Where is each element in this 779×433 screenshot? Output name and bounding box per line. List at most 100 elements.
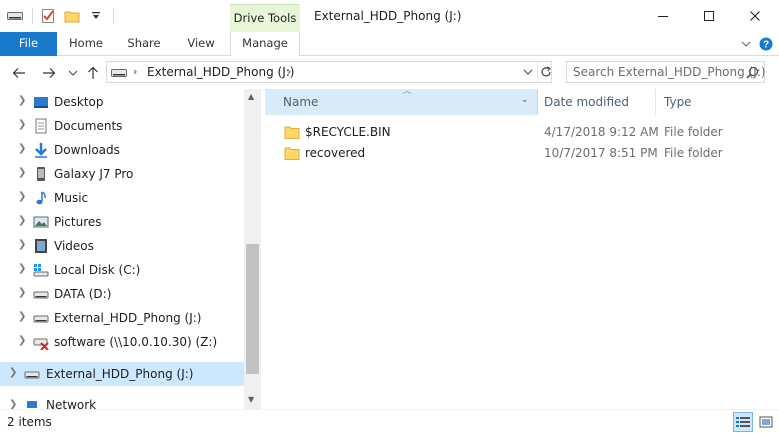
- tab-view[interactable]: View: [173, 32, 229, 56]
- recent-locations-button[interactable]: [64, 65, 82, 81]
- back-button[interactable]: [10, 65, 28, 81]
- navigation-pane-scrollbar[interactable]: ▲ ▼: [244, 89, 261, 409]
- nav-item-videos[interactable]: ❯ Videos: [0, 234, 244, 258]
- address-dropdown-button[interactable]: [519, 63, 537, 81]
- tab-home[interactable]: Home: [57, 32, 115, 56]
- expand-chevron-icon[interactable]: ❯: [18, 95, 26, 106]
- tab-file[interactable]: File: [0, 32, 57, 56]
- scroll-up-icon[interactable]: ▲: [248, 92, 254, 101]
- downloads-icon: [35, 143, 47, 158]
- network-icon: [27, 401, 37, 408]
- nav-item-music[interactable]: ❯ Music: [0, 186, 244, 210]
- expand-chevron-icon[interactable]: ❯: [18, 311, 26, 322]
- expand-chevron-icon[interactable]: ❯: [18, 215, 26, 226]
- up-arrow-icon: [88, 66, 98, 79]
- forward-button[interactable]: [40, 65, 58, 81]
- drive-tools-context-group: Drive Tools: [230, 4, 300, 32]
- folder-icon: [284, 147, 300, 160]
- address-bar[interactable]: › External_HDD_Phong (J:) ›: [106, 61, 552, 83]
- refresh-button[interactable]: [537, 62, 553, 82]
- chevron-down-icon: [523, 69, 533, 75]
- large-icons-view-icon: [759, 416, 773, 428]
- minimize-button[interactable]: [640, 0, 686, 32]
- drive-icon[interactable]: [6, 7, 24, 25]
- desktop-icon: [34, 97, 48, 108]
- nav-item-label: Local Disk (C:): [54, 263, 141, 277]
- svg-text:?: ?: [763, 40, 769, 51]
- maximize-button[interactable]: [686, 0, 732, 32]
- expand-chevron-icon[interactable]: ❯: [18, 191, 26, 202]
- table-row[interactable]: $RECYCLE.BIN 4/17/2018 9:12 AM File fold…: [265, 121, 779, 143]
- nav-item-label: External_HDD_Phong (J:): [54, 311, 202, 325]
- details-view-icon: [736, 417, 750, 427]
- column-filter-dropdown-icon[interactable]: ⌄: [521, 95, 529, 105]
- item-count: 2 items: [7, 415, 52, 429]
- nav-item-network[interactable]: ❯ Network: [0, 394, 244, 409]
- breadcrumb-chevron-icon[interactable]: ›: [287, 65, 291, 78]
- large-icons-view-button[interactable]: [756, 412, 776, 432]
- nav-item-label: DATA (D:): [54, 287, 112, 301]
- file-name: recovered: [305, 146, 366, 160]
- breadcrumb-item[interactable]: External_HDD_Phong (J:): [147, 65, 294, 79]
- folder-icon: [284, 126, 300, 139]
- expand-chevron-icon[interactable]: ❯: [18, 287, 26, 298]
- new-folder-icon[interactable]: [63, 7, 81, 25]
- properties-icon[interactable]: [39, 7, 57, 25]
- maximize-icon: [704, 11, 714, 21]
- nav-item-external-hdd-j-root[interactable]: ❯ External_HDD_Phong (J:): [0, 362, 244, 386]
- nav-item-label: software (\\10.0.10.30) (Z:): [54, 335, 218, 349]
- disconnected-network-drive-icon: [33, 338, 49, 350]
- nav-item-software-z[interactable]: ❯ software (\\10.0.10.30) (Z:): [0, 330, 244, 354]
- column-header-type[interactable]: Type: [656, 89, 779, 115]
- help-icon[interactable]: ?: [759, 37, 773, 51]
- nav-item-galaxy-j7-pro[interactable]: ❯ Galaxy J7 Pro: [0, 162, 244, 186]
- nav-item-pictures[interactable]: ❯ Pictures: [0, 210, 244, 234]
- file-date-modified: 10/7/2017 8:51 PM: [544, 146, 658, 160]
- search-icon[interactable]: [746, 66, 759, 79]
- search-placeholder: Search External_HDD_Phong (J:): [573, 65, 766, 79]
- expand-chevron-icon[interactable]: ❯: [18, 143, 26, 154]
- nav-item-local-disk-c[interactable]: ❯ Local Disk (C:): [0, 258, 244, 282]
- documents-icon: [35, 118, 47, 134]
- nav-item-label: External_HDD_Phong (J:): [46, 367, 194, 381]
- tab-share[interactable]: Share: [115, 32, 173, 56]
- details-view-button[interactable]: [733, 412, 753, 432]
- nav-item-label: Documents: [54, 119, 123, 133]
- expand-chevron-icon[interactable]: ❯: [9, 367, 17, 378]
- tab-manage[interactable]: Manage: [230, 32, 300, 56]
- nav-item-label: Network: [46, 398, 97, 409]
- expand-chevron-icon[interactable]: ❯: [18, 167, 26, 178]
- nav-item-documents[interactable]: ❯ Documents: [0, 114, 244, 138]
- expand-chevron-icon[interactable]: ❯: [18, 239, 26, 250]
- expand-ribbon-icon[interactable]: [739, 37, 753, 51]
- column-header-label: Name: [283, 95, 319, 109]
- drive-icon: [24, 371, 40, 379]
- expand-chevron-icon[interactable]: ❯: [9, 399, 17, 409]
- nav-item-data-d[interactable]: ❯ DATA (D:): [0, 282, 244, 306]
- nav-item-external-hdd-j[interactable]: ❯ External_HDD_Phong (J:): [0, 306, 244, 330]
- search-box[interactable]: Search External_HDD_Phong (J:): [566, 61, 766, 83]
- nav-item-label: Videos: [54, 239, 94, 253]
- scroll-down-icon[interactable]: ▼: [248, 395, 254, 404]
- drive-tools-label: Drive Tools: [233, 11, 297, 25]
- breadcrumb-chevron-icon[interactable]: ›: [133, 65, 137, 78]
- window-title: External_HDD_Phong (J:): [314, 9, 462, 23]
- column-header-name[interactable]: ︿ Name ⌄: [265, 86, 538, 115]
- toolbar-separator: [113, 8, 114, 24]
- nav-item-downloads[interactable]: ❯ Downloads: [0, 138, 244, 162]
- customize-toolbar-icon[interactable]: [87, 7, 105, 25]
- title-bar: Drive Tools External_HDD_Phong (J:): [0, 0, 779, 32]
- scrollbar-thumb[interactable]: [246, 244, 259, 374]
- close-button[interactable]: [732, 0, 778, 32]
- table-row[interactable]: recovered 10/7/2017 8:51 PM File folder: [265, 142, 779, 164]
- nav-item-label: Music: [54, 191, 89, 205]
- column-header-date-modified[interactable]: Date modified: [538, 89, 656, 115]
- file-type: File folder: [664, 125, 723, 139]
- nav-item-desktop[interactable]: ❯ Desktop: [0, 90, 244, 114]
- expand-chevron-icon[interactable]: ❯: [18, 335, 26, 346]
- nav-item-label: Downloads: [54, 143, 120, 157]
- expand-chevron-icon[interactable]: ❯: [18, 119, 26, 130]
- refresh-icon: [540, 66, 551, 77]
- up-button[interactable]: [84, 65, 102, 81]
- expand-chevron-icon[interactable]: ❯: [18, 263, 26, 274]
